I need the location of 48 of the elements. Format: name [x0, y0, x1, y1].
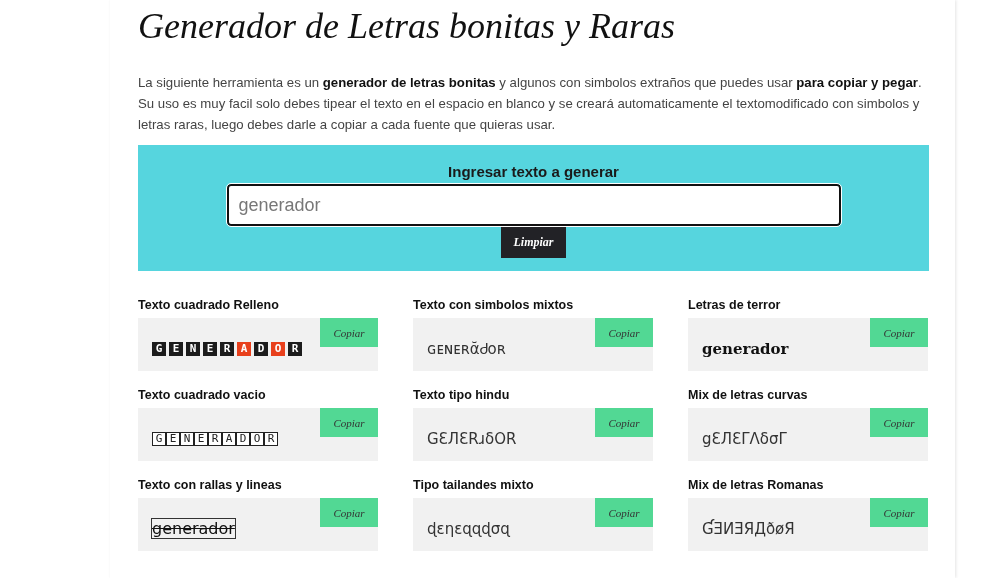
letter-tile: D — [254, 341, 268, 356]
letter-tile: O — [271, 341, 285, 356]
font-name: Letras de terror — [688, 298, 782, 314]
copy-button[interactable]: Copiar — [320, 408, 378, 437]
letter-tile: R — [220, 341, 234, 356]
copy-button[interactable]: Copiar — [870, 498, 928, 527]
styled-text: ɢᴇɴᴇʀᾰᏧᴏʀ — [427, 339, 506, 358]
styled-text: ɖεηεɋɋɖσɋ — [427, 519, 510, 538]
letter-tile: N — [186, 341, 200, 356]
font-name: Texto con rallas y lineas — [138, 478, 283, 494]
font-name: Mix de letras curvas — [688, 388, 809, 404]
letter-tile: G — [152, 341, 166, 356]
letter-tile: G — [152, 431, 166, 446]
styled-text: generador — [152, 519, 235, 538]
copy-button[interactable]: Copiar — [320, 318, 378, 347]
font-name: Tipo tailandes mixto — [413, 478, 535, 494]
clear-button[interactable]: Limpiar — [501, 227, 566, 258]
letter-tile: E — [166, 431, 180, 446]
letter-tile: E — [194, 431, 208, 446]
letter-tile: N — [180, 431, 194, 446]
copy-button[interactable]: Copiar — [320, 498, 378, 527]
page-title: Generador de Letras bonitas y Raras — [138, 5, 676, 48]
letter-tile: R — [264, 431, 278, 446]
letter-tile: O — [250, 431, 264, 446]
letter-tile: R — [208, 431, 222, 446]
copy-button[interactable]: Copiar — [870, 318, 928, 347]
intro-paragraph: La siguiente herramienta es un generador de letras bonitas y algunos con simbolos extraños que puedes usar para copiar y pegar. Su uso es muy facil solo debes tipear el texto en el espacio en blanco y se creará automaticamente el textomodificado con simbolos y letras raras, luego debes darle a copiar a cada fuente que quieras usar. — [138, 74, 923, 134]
font-name: Texto cuadrado vacio — [138, 388, 267, 404]
letter-tile: D — [236, 431, 250, 446]
styled-text: ƓƎИƎЯДðøЯ — [702, 519, 795, 538]
text-input-field[interactable]: generador — [226, 184, 841, 226]
styled-text: ցƐЛƐΓΛδσΓ — [702, 429, 787, 448]
copy-button[interactable]: Copiar — [595, 408, 653, 437]
letter-tile: A — [237, 341, 251, 356]
letter-tile: A — [222, 431, 236, 446]
generator-label: Ingresar texto a generar — [448, 163, 619, 180]
copy-button[interactable]: Copiar — [870, 408, 928, 437]
copy-button[interactable]: Copiar — [595, 318, 653, 347]
font-name: Texto cuadrado Relleno — [138, 298, 280, 314]
letter-tile: E — [169, 341, 183, 356]
styled-text: GƐЛƐRɹδOR — [427, 429, 517, 448]
font-name: Mix de letras Romanas — [688, 478, 825, 494]
font-name: Texto con simbolos mixtos — [413, 298, 575, 314]
letter-tile: R — [288, 341, 302, 356]
styled-text: generador — [702, 339, 789, 358]
letter-tile: E — [203, 341, 217, 356]
copy-button[interactable]: Copiar — [595, 498, 653, 527]
font-name: Texto tipo hindu — [413, 388, 511, 404]
